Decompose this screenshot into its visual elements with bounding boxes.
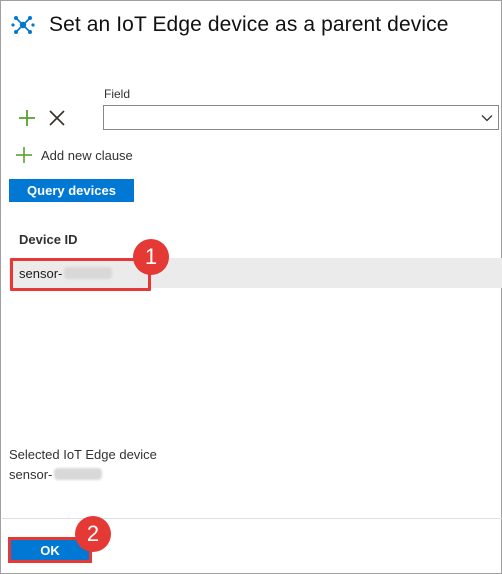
- redacted-text: [54, 468, 103, 480]
- chevron-down-icon: [481, 115, 493, 122]
- close-icon[interactable]: [47, 108, 67, 128]
- add-new-clause-label: Add new clause: [41, 147, 133, 163]
- filter-clause-row: [15, 105, 501, 130]
- field-dropdown[interactable]: [103, 105, 499, 130]
- page-title: Set an IoT Edge device as a parent devic…: [49, 13, 449, 36]
- add-plus-icon: [16, 147, 32, 163]
- field-label: Field: [104, 87, 131, 101]
- dialog-panel: Set an IoT Edge device as a parent devic…: [0, 0, 502, 574]
- callout-badge-2: 2: [75, 516, 111, 552]
- selected-device-value: sensor-: [9, 467, 103, 482]
- iot-edge-icon: [11, 16, 35, 34]
- plus-icon[interactable]: [17, 108, 37, 128]
- footer-divider: [2, 518, 502, 519]
- panel-header: Set an IoT Edge device as a parent devic…: [9, 7, 448, 43]
- device-id-column-header: Device ID: [19, 232, 78, 247]
- callout-highlight-row: [10, 258, 151, 291]
- add-new-clause-button[interactable]: Add new clause: [15, 145, 133, 165]
- callout-badge-1: 1: [133, 239, 169, 275]
- selected-device-label: Selected IoT Edge device: [9, 447, 157, 462]
- query-devices-button[interactable]: Query devices: [9, 179, 134, 202]
